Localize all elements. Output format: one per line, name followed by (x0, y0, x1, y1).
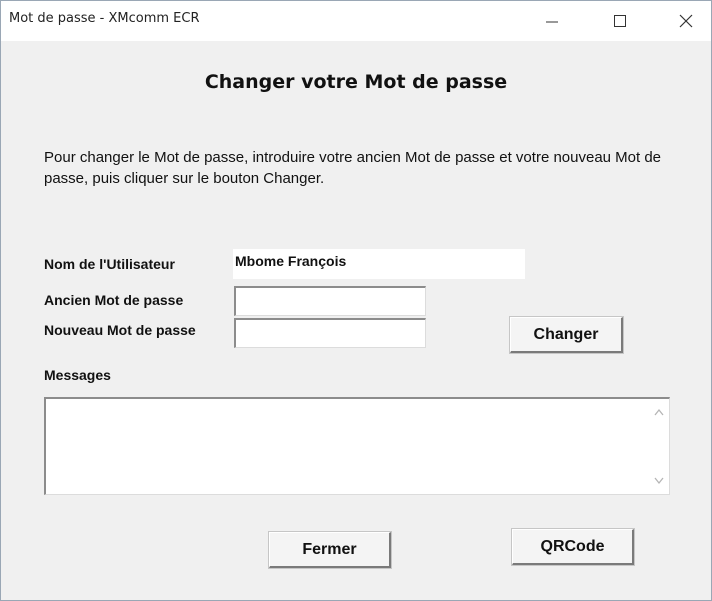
chevron-down-icon (654, 477, 664, 485)
username-value: Mbome François (233, 249, 525, 279)
maximize-button[interactable] (597, 1, 643, 41)
close-window-button[interactable] (663, 1, 709, 41)
old-password-input[interactable] (234, 286, 426, 316)
chevron-up-icon (654, 408, 664, 416)
instructions-text: Pour changer le Mot de passe, introduire… (44, 149, 662, 187)
qrcode-button[interactable]: QRCode (512, 529, 634, 565)
close-button[interactable]: Fermer (269, 532, 391, 568)
new-password-label: Nouveau Mot de passe (44, 322, 196, 338)
new-password-input[interactable] (234, 318, 426, 348)
maximize-icon (614, 15, 626, 27)
dialog-heading: Changer votre Mot de passe (204, 71, 508, 93)
old-password-label: Ancien Mot de passe (44, 292, 184, 308)
messages-label: Messages (44, 367, 111, 383)
title-bar[interactable]: Mot de passe - XMcomm ECR (1, 1, 711, 41)
username-label: Nom de l'Utilisateur (44, 256, 175, 272)
close-icon (679, 14, 693, 28)
minimize-button[interactable] (529, 1, 575, 41)
change-button[interactable]: Changer (510, 317, 623, 353)
scroll-down-arrow[interactable] (652, 474, 666, 488)
password-dialog-window: Mot de passe - XMcomm ECR Changer votre … (0, 0, 712, 601)
scroll-up-arrow[interactable] (652, 405, 666, 419)
minimize-icon (546, 21, 558, 23)
window-title: Mot de passe - XMcomm ECR (9, 11, 200, 26)
messages-textarea[interactable] (44, 397, 670, 495)
